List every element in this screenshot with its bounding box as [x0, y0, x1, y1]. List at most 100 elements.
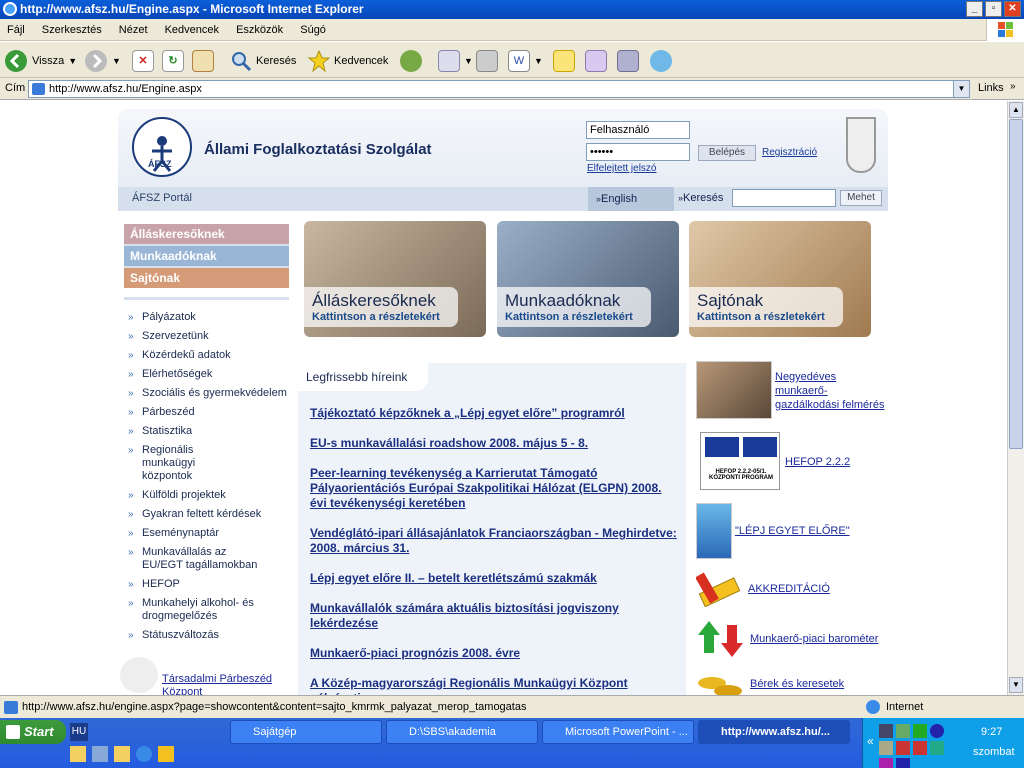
folder-icon[interactable] — [70, 746, 86, 762]
taskbar-item-folder[interactable]: D:\SBS\akademia — [386, 720, 538, 744]
tray-app-icon[interactable] — [896, 758, 910, 768]
left-menu-item[interactable]: Statisztika — [128, 425, 296, 438]
taskbar-item-mycomputer[interactable]: Sajátgép — [230, 720, 382, 744]
left-menu-item[interactable]: Gyakran feltett kérdések — [128, 508, 296, 521]
menu-favorites[interactable]: Kedvencek — [158, 19, 226, 41]
lepj-link[interactable]: "LÉPJ EGYET ELŐRE" — [735, 524, 850, 538]
left-menu-item[interactable]: Elérhetőségek — [128, 368, 296, 381]
vertical-scrollbar[interactable]: ▲ ▼ — [1007, 101, 1024, 695]
desktop-icon[interactable] — [114, 746, 130, 762]
media-button[interactable] — [617, 48, 639, 74]
tray-app-icon[interactable] — [879, 741, 893, 755]
survey-link[interactable]: Negyedéves munkaerő-gazdálkodási felméré… — [775, 370, 885, 412]
news-item[interactable]: Vendéglátó-ipari állásajánlatok Franciao… — [310, 526, 680, 556]
media-quicklaunch-icon[interactable] — [158, 746, 174, 762]
back-button[interactable]: Vissza ▼ — [4, 48, 77, 74]
menu-edit[interactable]: Szerkesztés — [35, 19, 109, 41]
taskbar-item-ie[interactable]: http://www.afsz.hu/... — [698, 720, 850, 744]
tray-app-icon[interactable] — [913, 724, 927, 738]
menu-view[interactable]: Nézet — [112, 19, 155, 41]
left-menu-item[interactable]: Eseménynaptár — [128, 527, 296, 540]
tray-app-icon[interactable] — [930, 741, 944, 755]
banner-press[interactable]: Sajtónak Kattintson a részletekért — [689, 221, 871, 337]
maximize-button[interactable]: ▫ — [985, 1, 1002, 17]
news-item[interactable]: Munkaerő-piaci prognózis 2008. évre — [310, 646, 680, 661]
left-menu-item[interactable]: Külföldi projektek — [128, 489, 296, 502]
language-indicator[interactable]: HU — [70, 723, 88, 741]
home-button[interactable] — [192, 48, 214, 74]
print-button[interactable] — [476, 48, 498, 74]
refresh-button[interactable]: ↻ — [162, 48, 184, 74]
portal-link[interactable]: ÁFSZ Portál — [132, 192, 192, 204]
category-employers[interactable]: Munkaadóknak — [124, 246, 289, 266]
news-item[interactable]: Munkavállalók számára aktuális biztosítá… — [310, 601, 680, 631]
forgot-password-link[interactable]: Elfelejtett jelszó — [587, 163, 656, 174]
left-menu-item[interactable]: Státuszváltozás — [128, 629, 296, 642]
dialogue-center-link[interactable]: Társadalmi Párbeszéd Központ — [162, 673, 282, 695]
ie-quicklaunch-icon[interactable] — [136, 746, 152, 762]
register-link[interactable]: Regisztráció — [762, 147, 817, 158]
category-jobseekers[interactable]: Álláskeresőknek — [124, 224, 289, 244]
left-menu-item[interactable]: Regionális munkaügyi központok — [128, 444, 248, 483]
mail-button[interactable]: ▼ — [438, 48, 473, 74]
category-press[interactable]: Sajtónak — [124, 268, 289, 288]
news-item[interactable]: Tájékoztató képzőknek a „Lépj egyet előr… — [310, 406, 680, 421]
taskbar-item-powerpoint[interactable]: Microsoft PowerPoint - ... — [542, 720, 694, 744]
survey-thumbnail[interactable] — [696, 361, 772, 419]
login-button[interactable]: Belépés — [698, 145, 756, 161]
wages-link[interactable]: Bérek és keresetek — [750, 677, 844, 691]
minimize-button[interactable]: _ — [966, 1, 983, 17]
network-icon[interactable] — [879, 724, 893, 738]
stop-button[interactable]: ✕ — [132, 48, 154, 74]
tray-app-icon[interactable] — [896, 724, 910, 738]
left-menu-item[interactable]: HEFOP — [128, 578, 296, 591]
scroll-down-icon[interactable]: ▼ — [1009, 677, 1023, 693]
news-item[interactable]: EU-s munkavállalási roadshow 2008. május… — [310, 436, 680, 451]
news-item[interactable]: Peer-learning tevékenység a Karrierutat … — [310, 466, 680, 511]
accreditation-link[interactable]: AKKREDITÁCIÓ — [748, 582, 830, 596]
hefop-link[interactable]: HEFOP 2.2.2 — [785, 455, 850, 469]
address-input[interactable]: http://www.afsz.hu/Engine.aspx ▼ — [28, 80, 970, 98]
tray-app-icon[interactable] — [896, 741, 910, 755]
explorer-icon[interactable] — [92, 746, 108, 762]
news-item[interactable]: Lépj egyet előre II. – betelt keretlétsz… — [310, 571, 680, 586]
research-button[interactable] — [585, 48, 607, 74]
menu-help[interactable]: Súgó — [293, 19, 333, 41]
left-menu-item[interactable]: Szociális és gyermekvédelem — [128, 387, 296, 400]
scroll-up-icon[interactable]: ▲ — [1009, 102, 1023, 118]
left-menu-item[interactable]: Pályázatok — [128, 311, 296, 324]
hefop-thumbnail[interactable]: HEFOP 2.2.2-05/1. KÖZPONTI PROGRAM — [700, 432, 780, 490]
discuss-button[interactable] — [553, 48, 575, 74]
scroll-thumb[interactable] — [1009, 119, 1023, 449]
forward-button[interactable]: ▼ — [84, 48, 121, 74]
history-button[interactable] — [400, 48, 422, 74]
edit-button[interactable]: W ▼ — [508, 48, 543, 74]
clock-time[interactable]: 9:27 — [981, 726, 1002, 738]
news-item[interactable]: A Közép-magyarországi Regionális Munkaüg… — [310, 676, 680, 695]
left-menu-item[interactable]: Munkahelyi alkohol- és drogmegelőzés — [128, 597, 258, 623]
left-menu-item[interactable]: Közérdekű adatok — [128, 349, 296, 362]
tray-expand-icon[interactable]: « — [867, 734, 874, 748]
tray-app-icon[interactable] — [930, 724, 944, 738]
tray-app-icon[interactable] — [913, 741, 927, 755]
links-label[interactable]: Links — [978, 82, 1004, 94]
left-menu-item[interactable]: Párbeszéd — [128, 406, 296, 419]
english-link[interactable]: »English — [588, 187, 674, 211]
address-dropdown-icon[interactable]: ▼ — [953, 81, 969, 97]
banner-jobseekers[interactable]: Álláskeresőknek Kattintson a részletekér… — [304, 221, 486, 337]
password-input[interactable]: •••••• — [586, 143, 690, 161]
left-menu-item[interactable]: Szervezetünk — [128, 330, 296, 343]
banner-employers[interactable]: Munkaadóknak Kattintson a részletekért — [497, 221, 679, 337]
menu-tools[interactable]: Eszközök — [229, 19, 290, 41]
favorites-button[interactable]: Kedvencek — [308, 48, 388, 74]
lepj-thumbnail[interactable] — [696, 503, 732, 559]
barometer-link[interactable]: Munkaerő-piaci barométer — [750, 632, 878, 646]
messenger-button[interactable] — [650, 48, 672, 74]
username-input[interactable]: Felhasználó — [586, 121, 690, 139]
close-button[interactable]: ✕ — [1004, 1, 1021, 17]
start-button[interactable]: Start — [0, 720, 66, 744]
site-search-input[interactable] — [732, 189, 836, 207]
menu-file[interactable]: Fájl — [0, 19, 32, 41]
links-chevron-icon[interactable]: » — [1010, 81, 1016, 92]
tray-app-icon[interactable] — [879, 758, 893, 768]
